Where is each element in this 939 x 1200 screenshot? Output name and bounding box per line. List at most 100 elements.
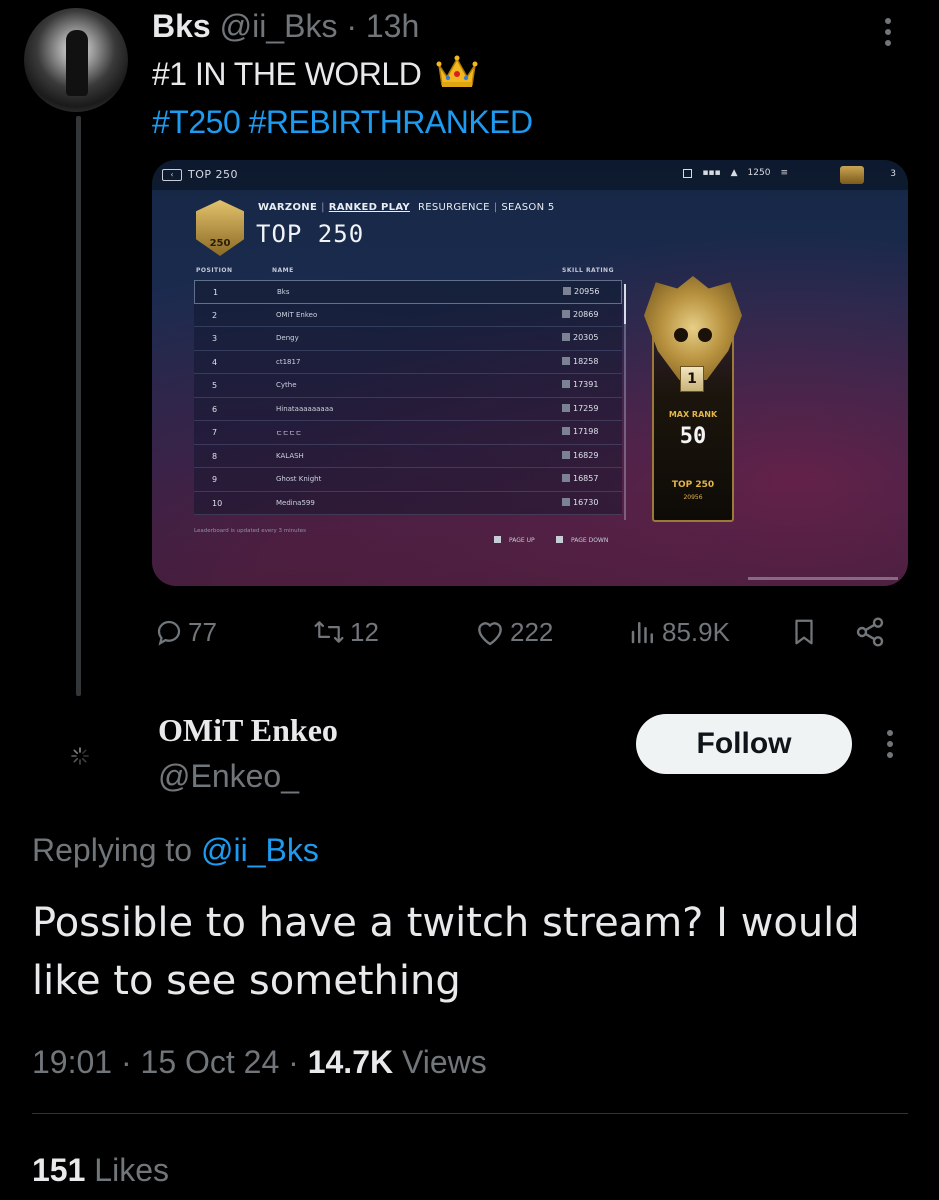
like-icon	[478, 622, 502, 646]
table-row: 5 Cythe 17391	[194, 374, 622, 398]
row-position: 10	[212, 498, 223, 508]
row-position: 8	[212, 451, 218, 461]
parent-header: Bks @ii_Bks · 13h	[152, 6, 419, 46]
row-name: Ghost Knight	[276, 475, 322, 483]
row-skill-rating: 20305	[562, 333, 598, 342]
game-mode: RANKED PLAY	[328, 202, 410, 213]
game-season: SEASON 5	[501, 202, 555, 213]
page-down-hint: PAGE DOWN	[556, 536, 608, 544]
tweet-media-image[interactable]: ‹ TOP 250 ▪▪▪ ▲ 1250 ≡ 3 250 WARZONE | RAN…	[152, 160, 908, 586]
table-row: 7 ㄷㄷㄷㄷ 17198	[194, 421, 622, 445]
skull-eye-left	[674, 328, 688, 342]
card-top-label: TOP 250	[671, 480, 715, 490]
skull-eye-right	[698, 328, 712, 342]
parent-text: #1 IN THE WORLD	[152, 56, 422, 92]
row-skill-rating: 17198	[562, 427, 598, 436]
reply-likes-count: 151	[32, 1152, 86, 1188]
reply-author-handle[interactable]: @Enkeo_	[158, 756, 299, 796]
row-skill-rating: 20956	[563, 287, 599, 296]
reply-more-button[interactable]	[876, 724, 904, 764]
row-skill-rating: 20869	[562, 310, 598, 319]
reply-count: 77	[188, 616, 217, 647]
parent-action-bar: 77 12 222 85.9K	[0, 608, 939, 656]
share-icon	[856, 617, 884, 647]
repost-icon	[314, 621, 344, 643]
card-skill-rating: 20956	[683, 494, 703, 501]
more-icon	[885, 18, 891, 24]
col-header-position: POSITION	[196, 267, 233, 274]
game-menu-icon: ≡	[780, 168, 788, 178]
bookmark-button[interactable]	[790, 608, 818, 656]
reply-date[interactable]: 15 Oct 24	[141, 1044, 280, 1080]
leaderboard-scrollbar	[624, 284, 626, 520]
game-sr-badge: 1250	[747, 168, 771, 178]
row-name: Dengy	[276, 334, 299, 342]
reply-likes-label: Likes	[94, 1152, 169, 1188]
like-button[interactable]: 222	[474, 608, 553, 656]
row-skill-rating: 17259	[562, 404, 598, 413]
game-brand: WARZONE	[258, 202, 318, 213]
row-name: ㄷㄷㄷㄷ	[276, 429, 302, 437]
row-position: 5	[212, 381, 218, 390]
row-position: 6	[212, 404, 218, 414]
row-name: ct1817	[276, 357, 301, 366]
more-icon	[887, 730, 893, 736]
crown-emoji-icon	[436, 55, 478, 98]
row-position: 9	[212, 475, 218, 484]
meta-separator: ·	[120, 1044, 132, 1080]
game-top-title: TOP 250	[188, 168, 239, 181]
divider	[32, 1113, 908, 1114]
reply-views-label: Views	[401, 1044, 487, 1080]
rank-plaque: 1	[680, 366, 704, 392]
row-skill-rating: 18258	[562, 357, 598, 366]
replying-to-handle-link[interactable]: @ii_Bks	[201, 832, 319, 868]
replying-to-line: Replying to @ii_Bks	[32, 830, 319, 870]
game-top-count: 3	[890, 169, 896, 179]
parent-author-name[interactable]: Bks	[152, 8, 211, 44]
row-skill-rating: 16857	[562, 474, 598, 483]
game-leaderboard-title: TOP 250	[256, 220, 365, 248]
game-footer-text-bar	[748, 577, 898, 580]
views-button[interactable]: 85.9K	[628, 608, 730, 656]
parent-hashtags[interactable]: #T250 #REBIRTHRANKED	[152, 102, 533, 142]
header-separator: ·	[346, 8, 357, 44]
table-row: 1 Bks 20956	[194, 280, 622, 304]
reply-text: Possible to have a twitch stream? I woul…	[32, 900, 860, 1004]
row-name: OMiT Enkeo	[276, 310, 318, 319]
game-bell-icon: ▲	[730, 168, 738, 178]
game-back-icon: ‹	[162, 169, 182, 181]
parent-author-handle[interactable]: @ii_Bks	[220, 8, 338, 44]
table-row: 3 Dengy 20305	[194, 327, 622, 351]
parent-timestamp[interactable]: 13h	[366, 8, 419, 44]
like-count: 222	[510, 616, 554, 647]
reply-button[interactable]: 77	[154, 608, 217, 656]
parent-more-button[interactable]	[874, 12, 902, 52]
table-row: 4 ct1817 18258	[194, 350, 622, 374]
game-grid-icon: ▪▪▪	[702, 168, 721, 178]
reply-author-name[interactable]: OMiT Enkeo	[158, 710, 338, 750]
leaderboard-table: 1 Bks 20956 2 OMiT Enkeo 20869 3 Dengy 20305 4…	[194, 280, 622, 515]
row-position: 3	[212, 334, 218, 343]
parent-avatar[interactable]	[24, 8, 128, 112]
replying-prefix: Replying to	[32, 832, 193, 868]
row-position: 7	[212, 428, 218, 437]
game-top-bar	[152, 160, 908, 190]
reply-time[interactable]: 19:01	[32, 1044, 112, 1080]
meta-separator: ·	[288, 1044, 299, 1080]
repost-button[interactable]: 12	[312, 608, 379, 656]
reply-likes-summary[interactable]: 151 Likes	[32, 1150, 169, 1190]
loading-spinner-icon	[70, 746, 90, 766]
bookmark-icon	[795, 619, 813, 645]
reply-metadata: 19:01 · 15 Oct 24 · 14.7K Views	[32, 1042, 487, 1082]
row-name: Cythe	[276, 381, 297, 389]
follow-button[interactable]: Follow	[636, 714, 852, 774]
table-row: 6 Hinataaaaaaaaa 17259	[194, 397, 622, 421]
share-button[interactable]	[854, 608, 886, 656]
top250-emblem-label: 250	[209, 238, 231, 249]
views-icon	[631, 622, 653, 644]
col-header-name: NAME	[272, 267, 294, 274]
game-rank-emblem-icon	[840, 166, 864, 184]
table-row: 9 Ghost Knight 16857	[194, 468, 622, 492]
row-position: 2	[212, 310, 218, 320]
row-skill-rating: 16829	[562, 451, 598, 460]
